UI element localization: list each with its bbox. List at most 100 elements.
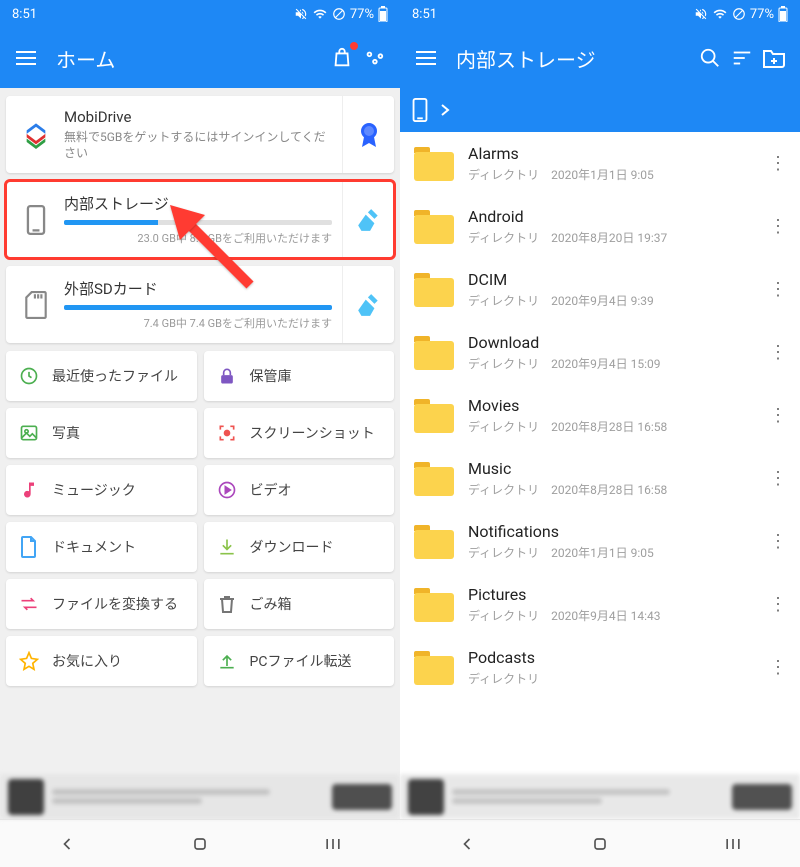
settings-button[interactable] <box>358 42 390 74</box>
item-meta: ディレクトリ 2020年8月28日 16:58 <box>468 418 752 435</box>
menu-button[interactable] <box>10 42 42 74</box>
more-button[interactable]: ⋮ <box>766 405 790 426</box>
back-button[interactable] <box>442 830 492 858</box>
list-item[interactable]: Download ディレクトリ 2020年9月4日 15:09 ⋮ <box>400 321 800 384</box>
wifi-icon <box>712 7 728 21</box>
upload-icon <box>216 650 238 672</box>
mute-icon <box>294 7 308 21</box>
list-item[interactable]: Alarms ディレクトリ 2020年1月1日 9:05 ⋮ <box>400 132 800 195</box>
nav-bar <box>0 819 400 867</box>
appbar-right: 内部ストレージ <box>400 28 800 88</box>
left-phone: 8:51 77% ホーム <box>0 0 400 867</box>
list-item[interactable]: Music ディレクトリ 2020年8月28日 16:58 ⋮ <box>400 447 800 510</box>
tile-grid: 最近使ったファイル 保管庫 写真 スクリーンショット ミュージック <box>6 351 394 686</box>
search-button[interactable] <box>694 42 726 74</box>
mobidrive-sub: 無料で5GBをゲットするにはサインインしてください <box>64 129 332 161</box>
recents-button[interactable] <box>308 830 358 858</box>
item-name: Android <box>468 207 752 226</box>
tile-document[interactable]: ドキュメント <box>6 522 197 572</box>
list-item[interactable]: Notifications ディレクトリ 2020年1月1日 9:05 ⋮ <box>400 510 800 573</box>
internal-storage-card[interactable]: 内部ストレージ 23.0 GB中 8.1 GBをご利用いただけます <box>6 181 394 258</box>
file-icon <box>18 536 40 558</box>
sd-bar <box>64 305 332 310</box>
home-button[interactable] <box>175 830 225 858</box>
tile-label: ダウンロード <box>250 537 334 557</box>
convert-icon <box>18 593 40 615</box>
home-button[interactable] <box>575 830 625 858</box>
ad-banner[interactable] <box>0 774 400 819</box>
back-button[interactable] <box>42 830 92 858</box>
bag-button[interactable] <box>326 42 358 74</box>
item-name: Pictures <box>468 585 752 604</box>
more-button[interactable]: ⋮ <box>766 279 790 300</box>
item-meta: ディレクトリ 2020年1月1日 9:05 <box>468 544 752 561</box>
item-meta: ディレクトリ <box>468 670 752 687</box>
item-meta: ディレクトリ 2020年1月1日 9:05 <box>468 166 752 183</box>
tile-vault[interactable]: 保管庫 <box>204 351 395 401</box>
item-name: Download <box>468 333 752 352</box>
mobidrive-icon <box>16 108 56 161</box>
clean-button-sd[interactable] <box>342 266 394 343</box>
internal-title: 内部ストレージ <box>64 193 332 214</box>
appbar-title: 内部ストレージ <box>456 44 694 73</box>
folder-icon <box>414 462 454 496</box>
more-button[interactable]: ⋮ <box>766 468 790 489</box>
recents-button[interactable] <box>708 830 758 858</box>
more-button[interactable]: ⋮ <box>766 342 790 363</box>
status-time: 8:51 <box>12 7 37 22</box>
music-icon <box>18 479 40 501</box>
more-button[interactable]: ⋮ <box>766 216 790 237</box>
menu-button[interactable] <box>410 42 442 74</box>
mobidrive-title: MobiDrive <box>64 108 332 126</box>
battery-icon <box>778 6 788 22</box>
tile-convert[interactable]: ファイルを変換する <box>6 579 197 629</box>
list-item[interactable]: Podcasts ディレクトリ ⋮ <box>400 636 800 699</box>
appbar-title: ホーム <box>56 44 326 73</box>
ad-banner[interactable] <box>400 774 800 819</box>
nav-bar <box>400 819 800 867</box>
mobidrive-card[interactable]: MobiDrive 無料で5GBをゲットするにはサインインしてください <box>6 96 394 173</box>
clean-button[interactable] <box>342 181 394 258</box>
item-name: Podcasts <box>468 648 752 667</box>
tile-video[interactable]: ビデオ <box>204 465 395 515</box>
list-item[interactable]: Pictures ディレクトリ 2020年9月4日 14:43 ⋮ <box>400 573 800 636</box>
tile-pctransfer[interactable]: PCファイル転送 <box>204 636 395 686</box>
tile-label: 最近使ったファイル <box>52 366 178 386</box>
tile-label: ビデオ <box>250 480 292 500</box>
sort-button[interactable] <box>726 42 758 74</box>
right-phone: 8:51 77% 内部ストレージ Alarms ディレクトリ 2020年1月1日 <box>400 0 800 867</box>
list-item[interactable]: DCIM ディレクトリ 2020年9月4日 9:39 ⋮ <box>400 258 800 321</box>
tile-favorite[interactable]: お気に入り <box>6 636 197 686</box>
tile-screenshot[interactable]: スクリーンショット <box>204 408 395 458</box>
appbar-left: ホーム <box>0 28 400 88</box>
content-left: MobiDrive 無料で5GBをゲットするにはサインインしてください 内部スト… <box>0 88 400 774</box>
tile-music[interactable]: ミュージック <box>6 465 197 515</box>
status-bar: 8:51 77% <box>400 0 800 28</box>
breadcrumb[interactable] <box>400 88 800 132</box>
wifi-icon <box>312 7 328 21</box>
more-button[interactable]: ⋮ <box>766 531 790 552</box>
internal-bar <box>64 220 332 225</box>
more-button[interactable]: ⋮ <box>766 657 790 678</box>
phone-icon <box>16 193 56 246</box>
more-button[interactable]: ⋮ <box>766 594 790 615</box>
list-item[interactable]: Movies ディレクトリ 2020年8月28日 16:58 ⋮ <box>400 384 800 447</box>
image-icon <box>18 422 40 444</box>
tile-photo[interactable]: 写真 <box>6 408 197 458</box>
tile-trash[interactable]: ごみ箱 <box>204 579 395 629</box>
item-name: Notifications <box>468 522 752 541</box>
status-icons: 77% <box>294 6 388 22</box>
dnd-icon <box>332 7 346 21</box>
sd-card[interactable]: 外部SDカード 7.4 GB中 7.4 GBをご利用いただけます <box>6 266 394 343</box>
new-folder-button[interactable] <box>758 42 790 74</box>
tile-download[interactable]: ダウンロード <box>204 522 395 572</box>
tile-label: 写真 <box>52 423 80 443</box>
mute-icon <box>694 7 708 21</box>
tile-label: ファイルを変換する <box>52 594 178 614</box>
tile-recent[interactable]: 最近使ったファイル <box>6 351 197 401</box>
more-button[interactable]: ⋮ <box>766 153 790 174</box>
folder-icon <box>414 336 454 370</box>
dnd-icon <box>732 7 746 21</box>
battery-icon <box>378 6 388 22</box>
list-item[interactable]: Android ディレクトリ 2020年8月20日 19:37 ⋮ <box>400 195 800 258</box>
